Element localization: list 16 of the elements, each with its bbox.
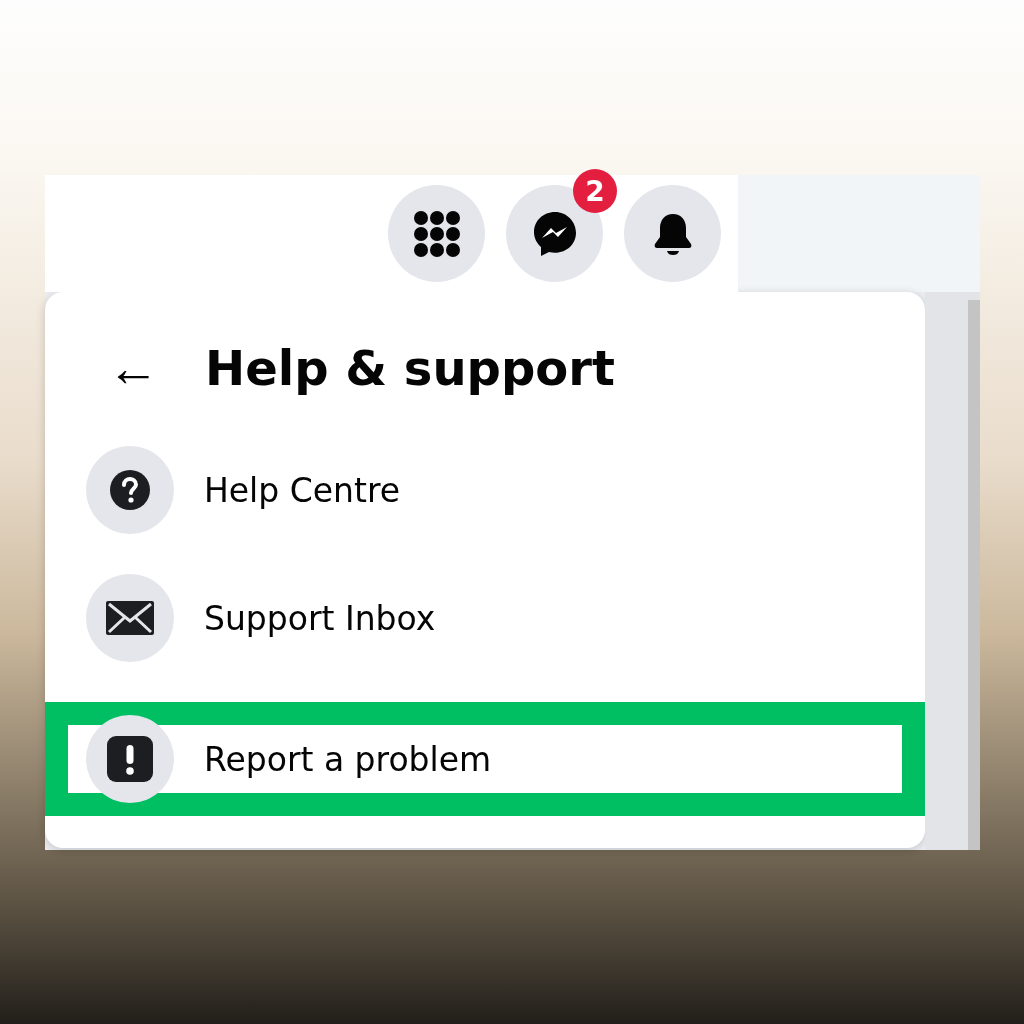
back-button[interactable]: ← bbox=[107, 342, 159, 394]
exclamation-icon bbox=[107, 736, 153, 782]
envelope-icon bbox=[106, 601, 154, 635]
panel-title: Help & support bbox=[205, 340, 615, 396]
bell-icon bbox=[652, 211, 693, 256]
menu-item-label: Help Centre bbox=[204, 470, 401, 510]
question-icon bbox=[109, 469, 151, 511]
menu-item-label: Report a problem bbox=[204, 739, 492, 779]
menu-item[interactable]: Help Centre bbox=[45, 446, 925, 534]
grid-icon bbox=[412, 209, 461, 258]
chat-bubble-icon bbox=[532, 210, 577, 257]
menu-item[interactable]: Report a problem bbox=[45, 702, 925, 816]
scrollbar[interactable] bbox=[968, 300, 980, 850]
menu-item[interactable]: Support Inbox bbox=[45, 574, 925, 662]
menu-item-label: Support Inbox bbox=[204, 598, 436, 638]
notification-badge: 2 bbox=[573, 169, 617, 213]
